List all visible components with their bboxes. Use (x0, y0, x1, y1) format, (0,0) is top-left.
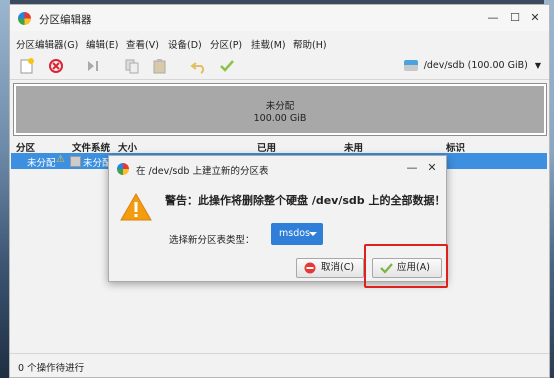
col-used[interactable]: 已用 (257, 140, 276, 154)
copy-icon[interactable] (123, 57, 141, 75)
pending-operations: 0 个操作待进行 (18, 363, 85, 374)
menu-gparted[interactable]: 分区编辑器(G) (16, 37, 78, 51)
menu-edit[interactable]: 编辑(E) (86, 37, 118, 51)
window-title: 分区编辑器 (39, 14, 92, 26)
device-selector[interactable]: /dev/sdb (100.00 GiB) ▼ (403, 58, 541, 74)
maximize-icon[interactable]: ☐ (507, 10, 523, 26)
warning-small-icon: ⚠ (56, 154, 65, 165)
menu-view[interactable]: 查看(V) (126, 37, 159, 51)
col-partition[interactable]: 分区 (16, 140, 35, 154)
table-type-value: msdos (279, 228, 310, 239)
unallocated-block[interactable]: 未分配 100.00 GiB (16, 86, 544, 133)
chevron-down-icon: ▼ (534, 61, 541, 70)
row-partition: 未分配 (27, 158, 56, 169)
menu-device[interactable]: 设备(D) (168, 37, 202, 51)
table-type-dropdown[interactable]: msdos (271, 223, 323, 245)
disk-icon (403, 60, 418, 71)
partition-table-header: 分区 文件系统 大小 已用 未用 标识 (10, 138, 549, 154)
gparted-app-icon (18, 12, 31, 25)
dropdown-caret-icon (309, 232, 317, 236)
dialog-app-icon (117, 163, 129, 175)
col-filesystem[interactable]: 文件系统 (72, 140, 110, 154)
paste-icon[interactable] (151, 57, 169, 75)
menu-bar: 分区编辑器(G) 编辑(E) 查看(V) 设备(D) 分区(P) 挂载(M) 帮… (10, 33, 549, 51)
cancel-icon (304, 262, 316, 274)
menu-mount[interactable]: 挂载(M) (251, 37, 286, 51)
dialog-close-icon[interactable]: ✕ (424, 160, 440, 176)
table-type-label: 选择新分区表类型： (169, 235, 255, 246)
menu-help[interactable]: 帮助(H) (293, 37, 327, 51)
warning-icon (120, 192, 152, 221)
close-icon[interactable]: ✕ (527, 10, 543, 26)
new-icon[interactable] (18, 57, 36, 75)
status-bar: 0 个操作待进行 (10, 353, 549, 378)
col-size[interactable]: 大小 (118, 140, 137, 154)
resize-move-icon[interactable] (84, 57, 102, 75)
menu-partition[interactable]: 分区(P) (210, 37, 242, 51)
col-unused[interactable]: 未用 (344, 140, 363, 154)
delete-icon[interactable] (47, 57, 65, 75)
warning-message: 警告：此操作将删除整个硬盘 /dev/sdb 上的全部数据！ (165, 194, 446, 207)
cancel-label: 取消(C) (321, 262, 355, 273)
apply-highlight-box (364, 244, 448, 288)
filesystem-color-swatch (70, 156, 81, 167)
col-flags[interactable]: 标识 (446, 140, 465, 154)
disk-graphic[interactable]: 未分配 100.00 GiB (13, 83, 547, 136)
dialog-title: 在 /dev/sdb 上建立新的分区表 (136, 166, 269, 177)
undo-icon[interactable] (190, 57, 208, 75)
disk-map-size: 100.00 GiB (253, 113, 307, 124)
disk-map-label: 未分配 (265, 101, 295, 112)
cancel-button[interactable]: 取消(C) (296, 258, 364, 278)
minimize-icon[interactable]: — (485, 10, 501, 26)
apply-check-icon[interactable] (218, 57, 236, 75)
toolbar: /dev/sdb (100.00 GiB) ▼ (10, 53, 549, 80)
title-bar: 分区编辑器 — ☐ ✕ (10, 5, 549, 31)
device-label: /dev/sdb (100.00 GiB) (423, 60, 528, 71)
dialog-minimize-icon[interactable]: — (404, 160, 420, 176)
